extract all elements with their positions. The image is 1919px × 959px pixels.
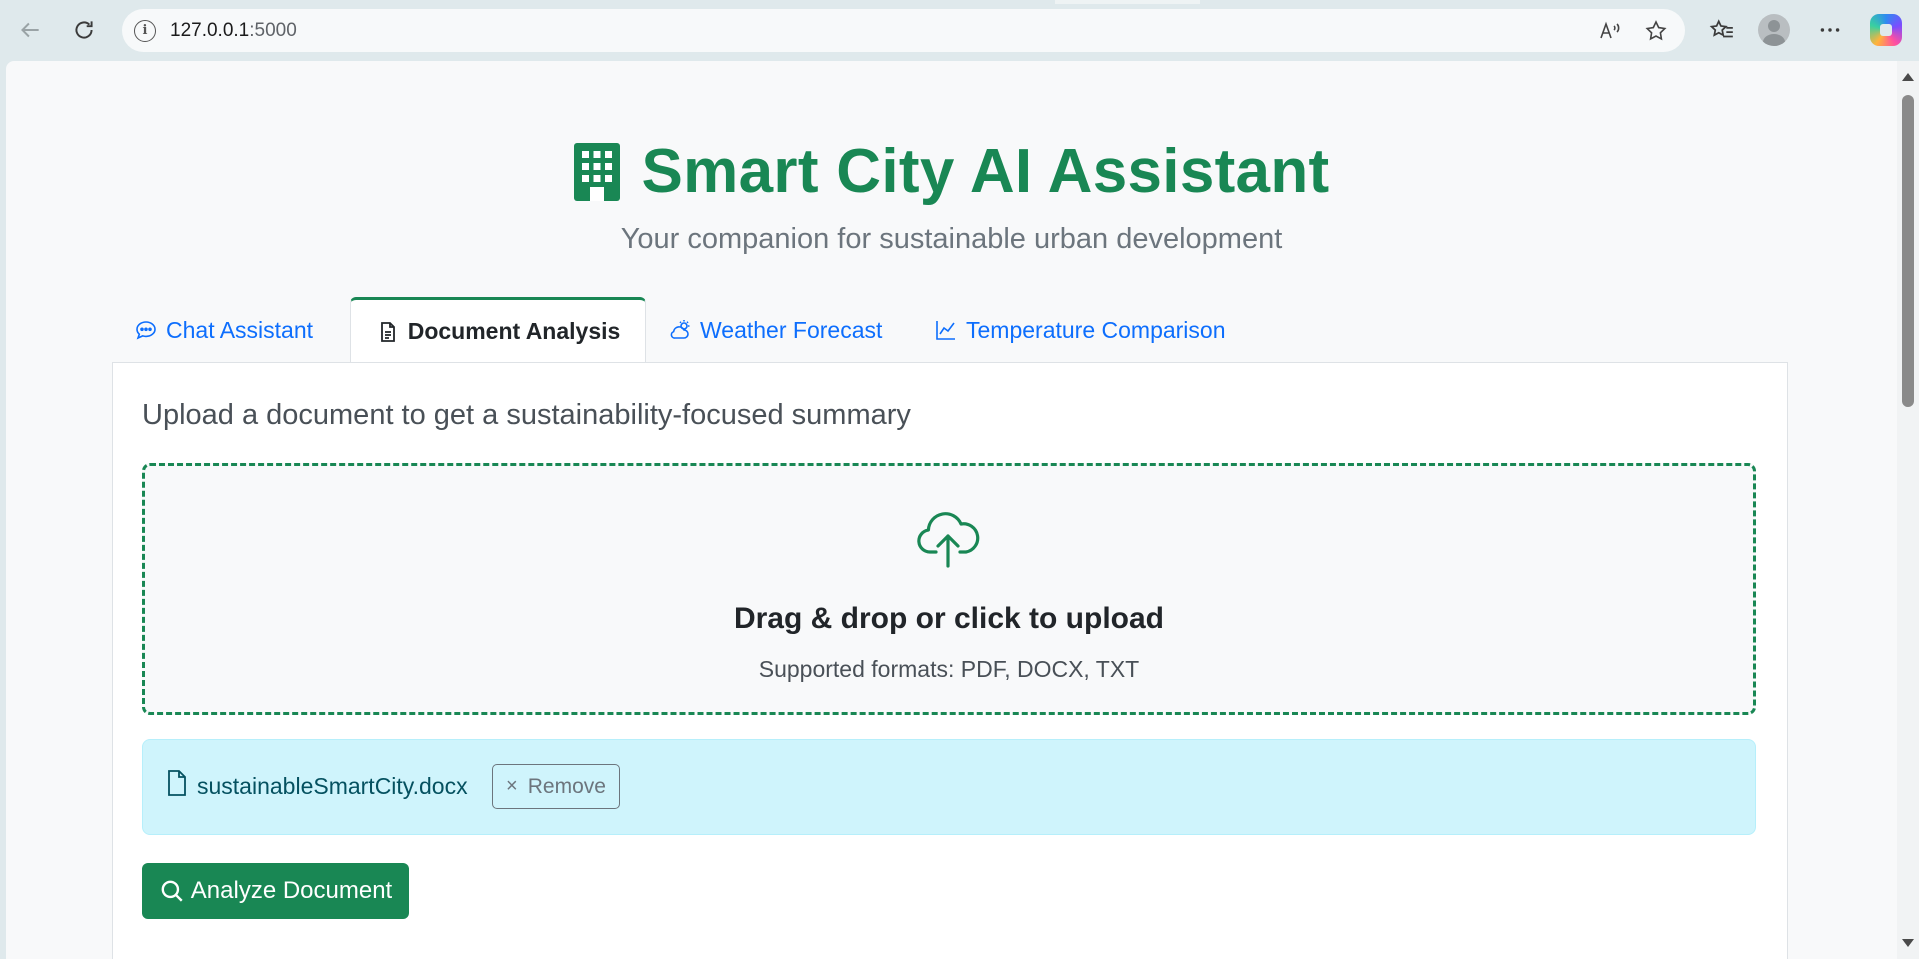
tab-label: Document Analysis	[407, 318, 621, 344]
browser-tab-strip	[1055, 0, 1200, 4]
address-bar[interactable]: i 127.0.0.1:5000	[122, 9, 1685, 52]
building-icon	[573, 142, 620, 201]
page-scrollbar[interactable]	[1897, 61, 1919, 959]
app-subtitle: Your companion for sustainable urban dev…	[620, 223, 1283, 255]
tab-document-analysis[interactable]: Document Analysis	[350, 297, 646, 363]
remove-file-button[interactable]: × Remove	[492, 764, 620, 809]
favorites-list-icon	[1709, 19, 1733, 38]
panel-intro: Upload a document to get a sustainabilit…	[142, 399, 911, 431]
tab-label: Weather Forecast	[700, 316, 883, 343]
chat-icon	[136, 321, 156, 340]
tab-label: Temperature Comparison	[966, 316, 1226, 343]
document-icon	[380, 321, 395, 342]
cloud-sun-icon	[670, 320, 690, 339]
refresh-icon	[75, 21, 93, 39]
favorite-star-icon[interactable]	[1642, 17, 1670, 45]
upload-dropzone[interactable]: Drag & drop or click to upload Supported…	[142, 463, 1756, 715]
line-chart-icon	[936, 321, 955, 340]
profile-avatar[interactable]	[1758, 14, 1790, 46]
tab-label: Chat Assistant	[166, 316, 314, 343]
read-aloud-icon[interactable]	[1596, 17, 1624, 45]
back-button[interactable]	[12, 12, 48, 48]
url-port: :5000	[249, 19, 297, 41]
more-dots-icon	[1820, 28, 1840, 32]
app-header: Smart City AI Assistant Your companion f…	[6, 136, 1897, 256]
copilot-icon[interactable]	[1870, 14, 1902, 46]
remove-label: Remove	[527, 774, 606, 798]
scrollbar-thumb[interactable]	[1902, 95, 1914, 407]
dropzone-title: Drag & drop or click to upload	[733, 602, 1165, 635]
arrow-left-icon	[21, 22, 39, 38]
selected-file-alert: sustainableSmartCity.docx × Remove	[142, 739, 1756, 835]
search-icon	[161, 880, 183, 902]
app-title-text: Smart City AI Assistant	[641, 137, 1330, 206]
file-icon	[168, 770, 186, 796]
analyze-document-button[interactable]: Analyze Document	[142, 863, 409, 919]
dropzone-formats: Supported formats: PDF, DOCX, TXT	[758, 656, 1140, 682]
site-info-icon[interactable]: i	[134, 19, 156, 42]
tab-chat-assistant[interactable]: Chat Assistant	[112, 297, 335, 363]
document-analysis-panel: Upload a document to get a sustainabilit…	[112, 362, 1788, 959]
refresh-button[interactable]	[66, 12, 102, 48]
url-host: 127.0.0.1	[170, 19, 250, 41]
scroll-up-icon[interactable]	[1902, 73, 1914, 81]
close-icon: ×	[506, 775, 518, 797]
scroll-down-icon[interactable]	[1902, 939, 1914, 947]
tab-weather-forecast[interactable]: Weather Forecast	[646, 297, 904, 363]
tab-temperature-comparison[interactable]: Temperature Comparison	[912, 297, 1248, 363]
page-viewport: Smart City AI Assistant Your companion f…	[6, 61, 1897, 959]
cloud-upload-icon	[917, 512, 980, 568]
url-text[interactable]: 127.0.0.1:5000	[170, 20, 297, 42]
analyze-label: Analyze Document	[190, 877, 393, 904]
tab-bar: Chat Assistant Document Analysis Weather…	[112, 297, 1788, 363]
page-title: Smart City AI Assistant	[573, 136, 1330, 207]
selected-file-name: sustainableSmartCity.docx	[197, 773, 468, 799]
favorites-button[interactable]	[1704, 12, 1740, 48]
browser-toolbar: i 127.0.0.1:5000	[0, 0, 1919, 60]
more-menu-button[interactable]	[1812, 12, 1848, 48]
